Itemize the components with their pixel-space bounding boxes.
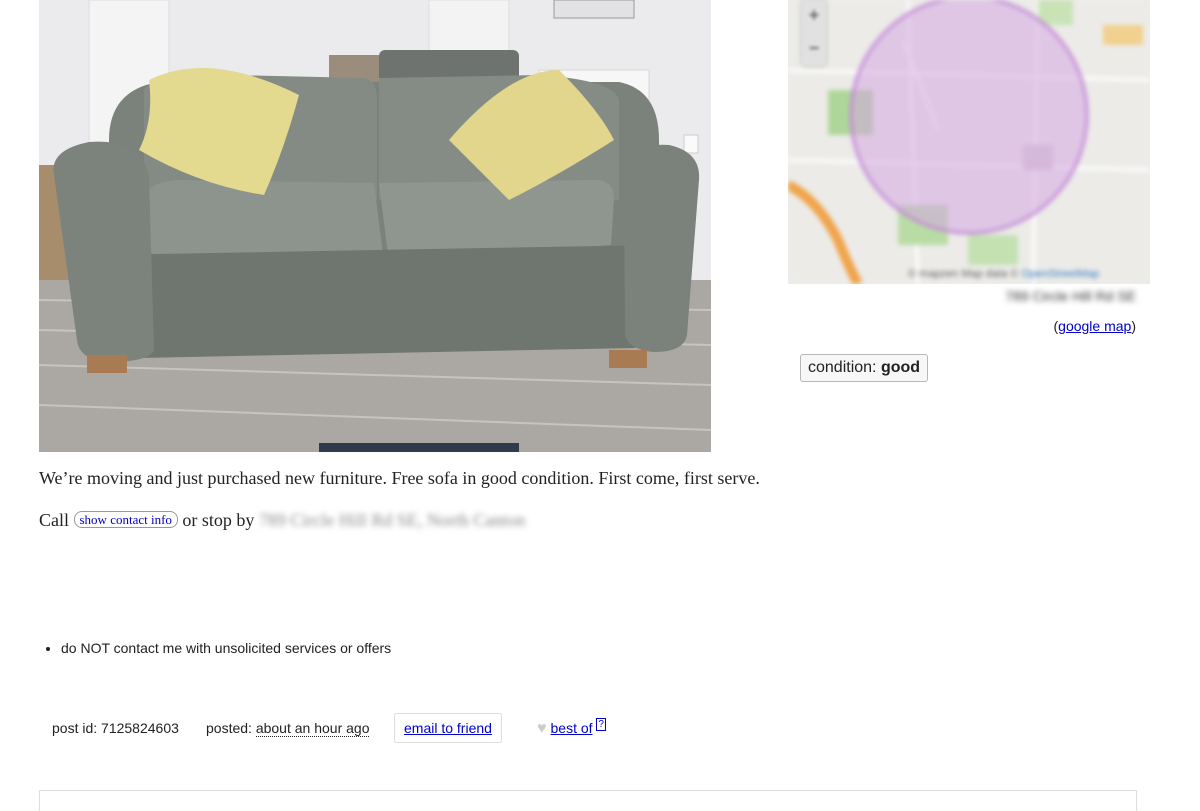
zoom-in-button[interactable]: + [802, 0, 826, 33]
best-of-container: ♥ best of ? [537, 712, 606, 744]
posting-body: We’re moving and just purchased new furn… [39, 468, 799, 530]
posted-time: about an hour ago [255, 720, 370, 737]
stop-by-text: or stop by [182, 510, 255, 530]
email-to-friend-link[interactable]: email to friend [404, 720, 492, 736]
footer-divider [39, 790, 1137, 811]
map-attribution-link[interactable]: OpenStreetMap [1021, 268, 1099, 280]
posted-label: posted: [206, 720, 252, 736]
notices-list: do NOT contact me with unsolicited servi… [39, 640, 391, 656]
posting-contact-line: Call show contact info or stop by 789 Ci… [39, 510, 525, 531]
stop-by-address: 789 Circle Hill Rd SE, North Canton [258, 510, 526, 530]
call-text: Call [39, 510, 69, 530]
map-attribution-text: © mapzen Map data © [908, 268, 1019, 280]
best-of-help-link[interactable]: ? [596, 718, 606, 732]
posting-description: We’re moving and just purchased new furn… [39, 468, 760, 488]
notice-item: do NOT contact me with unsolicited servi… [61, 640, 391, 656]
map-address: 789 Circle Hill Rd SE [1005, 288, 1136, 304]
condition-label: condition: [808, 359, 877, 376]
posted-date: posted: about an hour ago [206, 712, 370, 744]
posting-image[interactable] [39, 0, 711, 452]
best-of-link[interactable]: best of [551, 720, 593, 736]
condition-value: good [880, 359, 921, 376]
google-map-link-container: (google map) [1030, 318, 1136, 334]
google-map-link[interactable]: google map [1058, 318, 1131, 334]
email-to-friend-button[interactable]: email to friend [394, 713, 502, 743]
map-tiles [788, 0, 1150, 284]
google-map-close-paren: ) [1131, 318, 1136, 334]
show-contact-info-button[interactable]: show contact info [73, 511, 178, 528]
map-attribution: © mapzen Map data © OpenStreetMap [908, 268, 1099, 280]
zoom-out-button[interactable]: − [802, 33, 826, 66]
post-id: post id: 7125824603 [52, 720, 179, 736]
map-zoom-controls[interactable]: + − [802, 0, 826, 66]
condition-attribute: condition: good [800, 354, 929, 382]
heart-icon[interactable]: ♥ [537, 720, 547, 737]
location-map[interactable]: + − © mapzen Map data © OpenStreetMap [788, 0, 1150, 284]
sofa-photo-illustration [39, 0, 711, 452]
